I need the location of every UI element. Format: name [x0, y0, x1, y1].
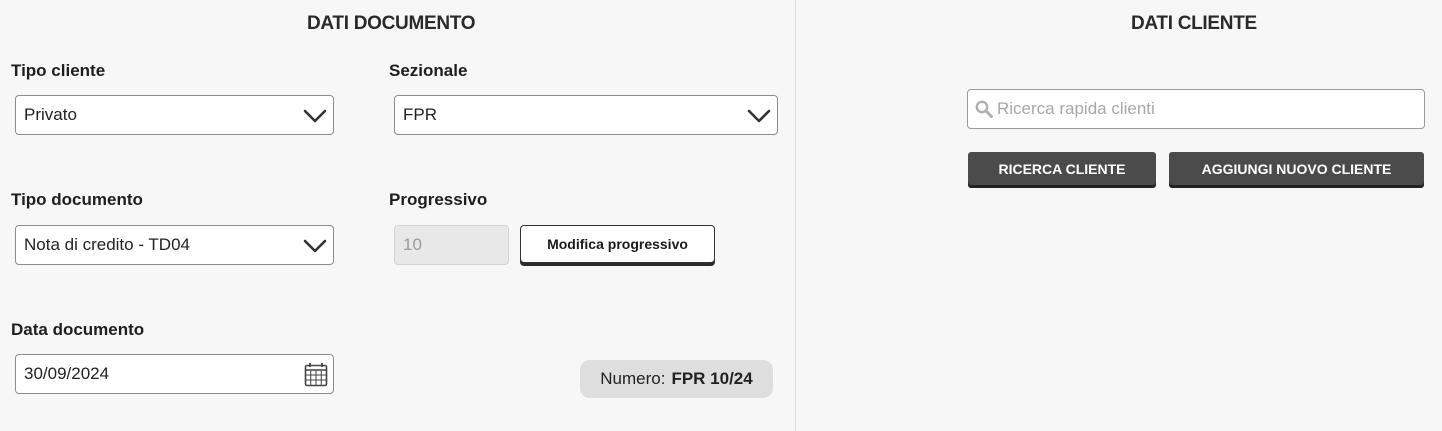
ricerca-rapida-search[interactable]	[967, 89, 1425, 129]
modifica-progressivo-button[interactable]: Modifica progressivo	[520, 225, 715, 263]
chevron-down-icon	[747, 109, 771, 123]
tipo-documento-select[interactable]: Nota di credito - TD04	[15, 225, 334, 265]
ricerca-cliente-button[interactable]: RICERCA CLIENTE	[968, 152, 1156, 185]
progressivo-label: Progressivo	[389, 190, 488, 209]
calendar-icon[interactable]	[304, 362, 328, 387]
chevron-down-icon	[303, 109, 327, 123]
sezionale-label: Sezionale	[389, 61, 468, 80]
tipo-documento-value: Nota di credito - TD04	[24, 235, 190, 254]
search-icon	[975, 100, 993, 118]
sezionale-select[interactable]: FPR	[394, 95, 778, 135]
search-input[interactable]	[997, 90, 1424, 128]
progressivo-input: 10	[394, 225, 509, 265]
data-documento-input[interactable]: 30/09/2024	[15, 354, 334, 394]
tipo-documento-label: Tipo documento	[11, 190, 143, 209]
progressivo-value: 10	[403, 235, 422, 254]
aggiungi-nuovo-cliente-button[interactable]: AGGIUNGI NUOVO CLIENTE	[1169, 152, 1424, 185]
numero-value: FPR 10/24	[671, 369, 753, 388]
numero-label: Numero:	[600, 369, 666, 388]
sezionale-value: FPR	[403, 105, 437, 124]
data-documento-value: 30/09/2024	[24, 364, 110, 383]
chevron-down-icon	[303, 239, 327, 253]
dati-documento-panel: DATI DOCUMENTO Tipo cliente Privato Sezi…	[0, 0, 796, 431]
tipo-cliente-value: Privato	[24, 105, 77, 124]
dati-cliente-title: DATI CLIENTE	[1131, 13, 1257, 34]
tipo-cliente-select[interactable]: Privato	[15, 95, 334, 135]
tipo-cliente-label: Tipo cliente	[11, 61, 106, 80]
numero-badge: Numero: FPR 10/24	[580, 360, 773, 398]
dati-cliente-panel: DATI CLIENTE RICERCA CLIENTE AGGIUNGI NU…	[797, 0, 1442, 431]
dati-documento-title: DATI DOCUMENTO	[307, 13, 476, 34]
data-documento-label: Data documento	[11, 320, 145, 339]
